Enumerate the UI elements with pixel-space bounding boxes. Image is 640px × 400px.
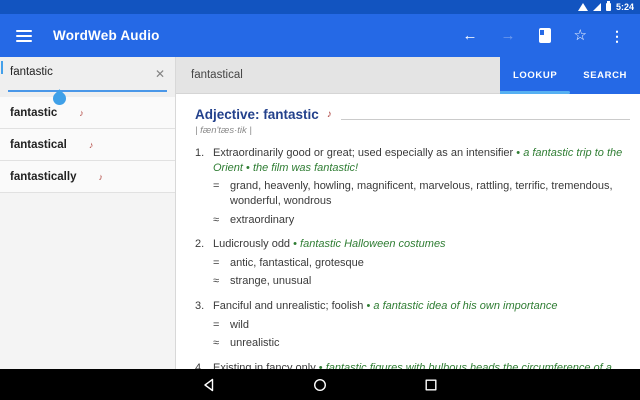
audio-note-icon[interactable]: ♪ [79,108,84,118]
menu-icon[interactable] [16,30,32,42]
clear-search-icon[interactable]: ✕ [155,68,165,80]
nav-recents-icon[interactable] [424,377,439,392]
synonym-row: = grand, heavenly, howling, magnificent,… [213,179,630,208]
example: a fantastic idea of his own importance [373,300,557,312]
sense-number: 4. [195,361,213,369]
search-input-value: fantastic [10,66,53,78]
app-title: WordWeb Audio [53,28,160,43]
synonym-row: ≈ unrealistic [213,336,630,351]
sense-2: 2. Ludicrously odd • fantastic Halloween… [195,237,630,289]
entry-content: Adjective: fantastic ♪ | fæn'tæs·tik | 1… [176,94,640,369]
back-arrow-icon[interactable]: ← [463,28,478,43]
suggestion-word: fantastical [10,139,67,151]
entry-heading: Adjective: fantastic [195,107,319,122]
android-nav-bar [0,369,640,400]
search-underline [8,90,167,92]
sense-1: 1. Extraordinarily good or great; used e… [195,146,630,227]
forward-arrow-icon[interactable]: → [501,28,516,43]
nav-home-icon[interactable] [313,377,328,392]
sense-text: Extraordinarily good or great; used espe… [213,146,630,175]
lookup-bar: fantastical LOOKUP SEARCH [176,57,640,94]
list-item-fantastically[interactable]: fantastically ♪ [0,161,175,193]
sense-3: 3. Fanciful and unrealistic; foolish • a… [195,299,630,351]
heading-rule [341,119,630,120]
bullet: • [516,147,520,159]
word-list-panel: fantastic ✕ fantastic ♪ fantastical ♪ fa… [0,57,176,369]
current-word: fantastical [191,69,243,81]
bullet: • [366,300,370,312]
bullet: • [319,362,323,369]
wifi-icon [578,3,588,11]
main-area: fantastic ✕ fantastic ♪ fantastical ♪ fa… [0,57,640,369]
star-icon[interactable]: ☆ [574,28,587,43]
bullet: • [293,238,297,250]
synonym-row: = antic, fantastical, grotesque [213,256,630,271]
status-time: 5:24 [616,3,634,12]
suggestion-word: fantastic [10,107,57,119]
book-icon[interactable] [539,28,551,43]
app-bar: WordWeb Audio ← → ☆ ⋮ [0,14,640,57]
list-item-fantastical[interactable]: fantastical ♪ [0,129,175,161]
sense-number: 1. [195,146,213,175]
battery-icon [606,3,611,11]
status-bar: 5:24 [0,0,640,14]
sense-4: 4. Existing in fancy only • fantastic fi… [195,361,630,369]
definition-panel: fantastical LOOKUP SEARCH Adjective: fan… [176,57,640,369]
app-bar-actions: ← → ☆ ⋮ [463,28,624,43]
sense-number: 2. [195,237,213,252]
sense-text: Existing in fancy only • fantastic figur… [213,361,630,369]
tab-lookup[interactable]: LOOKUP [500,57,570,94]
nav-back-icon[interactable] [202,377,217,392]
search-input[interactable]: fantastic ✕ [0,57,175,97]
tab-search[interactable]: SEARCH [570,57,640,94]
entry-header: Adjective: fantastic ♪ [195,107,630,122]
bullet: • [246,162,250,174]
cell-signal-icon [593,3,601,11]
audio-note-icon[interactable]: ♪ [89,140,94,150]
example: the film was fantastic! [253,162,358,174]
synonym-row: ≈ extraordinary [213,213,630,228]
audio-note-icon[interactable]: ♪ [327,109,332,120]
synonym-row: = wild [213,318,630,333]
example: fantastic Halloween costumes [300,238,446,250]
tab-bar: LOOKUP SEARCH [500,57,640,94]
sense-number: 3. [195,299,213,314]
pronunciation: | fæn'tæs·tik | [195,125,630,136]
overflow-menu-icon[interactable]: ⋮ [610,29,624,43]
sense-text: Fanciful and unrealistic; foolish • a fa… [213,299,557,314]
wordweb-audio-app: 5:24 WordWeb Audio ← → ☆ ⋮ fantastic ✕ f… [0,0,640,400]
audio-note-icon[interactable]: ♪ [98,172,103,182]
suggestion-word: fantastically [10,171,76,183]
text-cursor [1,61,3,74]
list-item-fantastic[interactable]: fantastic ♪ [0,97,175,129]
synonym-row: ≈ strange, unusual [213,274,630,289]
sense-text: Ludicrously odd • fantastic Halloween co… [213,237,446,252]
